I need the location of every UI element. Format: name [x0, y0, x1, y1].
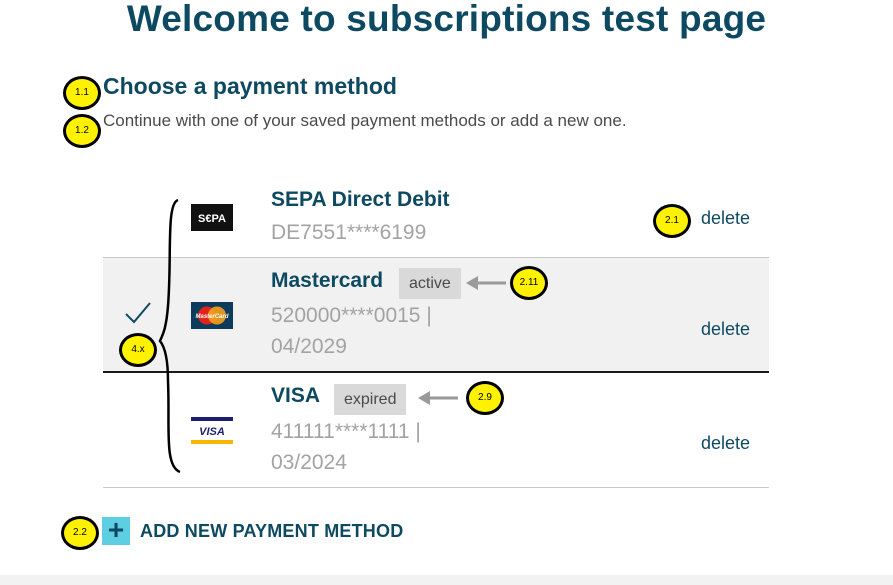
- annotation-marker: 2.1: [653, 204, 691, 238]
- payment-method-name: Mastercard: [271, 269, 384, 292]
- payment-method-expiry: 03/2024: [271, 451, 347, 474]
- svg-text:MasterCard: MasterCard: [195, 314, 228, 320]
- svg-text:S€PA: S€PA: [198, 213, 226, 225]
- arrow-left-icon: [418, 391, 458, 405]
- arrow-left-icon: [466, 276, 506, 290]
- add-payment-method-label: ADD NEW PAYMENT METHOD: [140, 520, 404, 541]
- page-footer-bar: [0, 575, 893, 585]
- annotation-marker: 1.2: [63, 114, 101, 148]
- payment-method-expiry: 04/2029: [271, 335, 347, 358]
- payment-method-number: 520000****0015 |: [271, 304, 432, 327]
- section-description: Continue with one of your saved payment …: [103, 111, 627, 130]
- annotation-marker: 2.2: [61, 516, 99, 550]
- delete-button[interactable]: delete: [701, 319, 750, 340]
- add-payment-method-button[interactable]: + ADD NEW PAYMENT METHOD: [102, 516, 403, 546]
- payment-method-name: VISA: [271, 384, 321, 407]
- sepa-logo-icon: S€PA: [191, 204, 233, 231]
- section-heading: Choose a payment method: [103, 73, 397, 99]
- page-title: Welcome to subscriptions test page: [126, 0, 767, 39]
- checkmark-icon: [125, 302, 151, 324]
- visa-logo-icon: VISA: [191, 417, 233, 444]
- payment-method-mastercard[interactable]: MasterCard Mastercard active 520000****0…: [103, 258, 769, 373]
- annotation-marker: 4.x: [119, 333, 157, 367]
- mastercard-logo-icon: MasterCard: [191, 302, 233, 329]
- payment-method-number: 411111****1111 |: [271, 420, 421, 443]
- annotation-marker: 2.9: [466, 381, 504, 415]
- payment-method-name: SEPA Direct Debit: [271, 188, 450, 211]
- payment-method-number: DE7551****6199: [271, 221, 427, 244]
- status-badge-expired: expired: [334, 384, 407, 415]
- delete-button[interactable]: delete: [701, 433, 750, 454]
- plus-icon: +: [102, 516, 130, 545]
- annotation-marker: 1.1: [63, 76, 101, 110]
- brace-annotation-icon: [158, 198, 181, 474]
- delete-button[interactable]: delete: [701, 208, 750, 229]
- annotation-marker: 2.11: [510, 266, 548, 300]
- status-badge-active: active: [399, 268, 461, 299]
- svg-text:VISA: VISA: [199, 426, 225, 438]
